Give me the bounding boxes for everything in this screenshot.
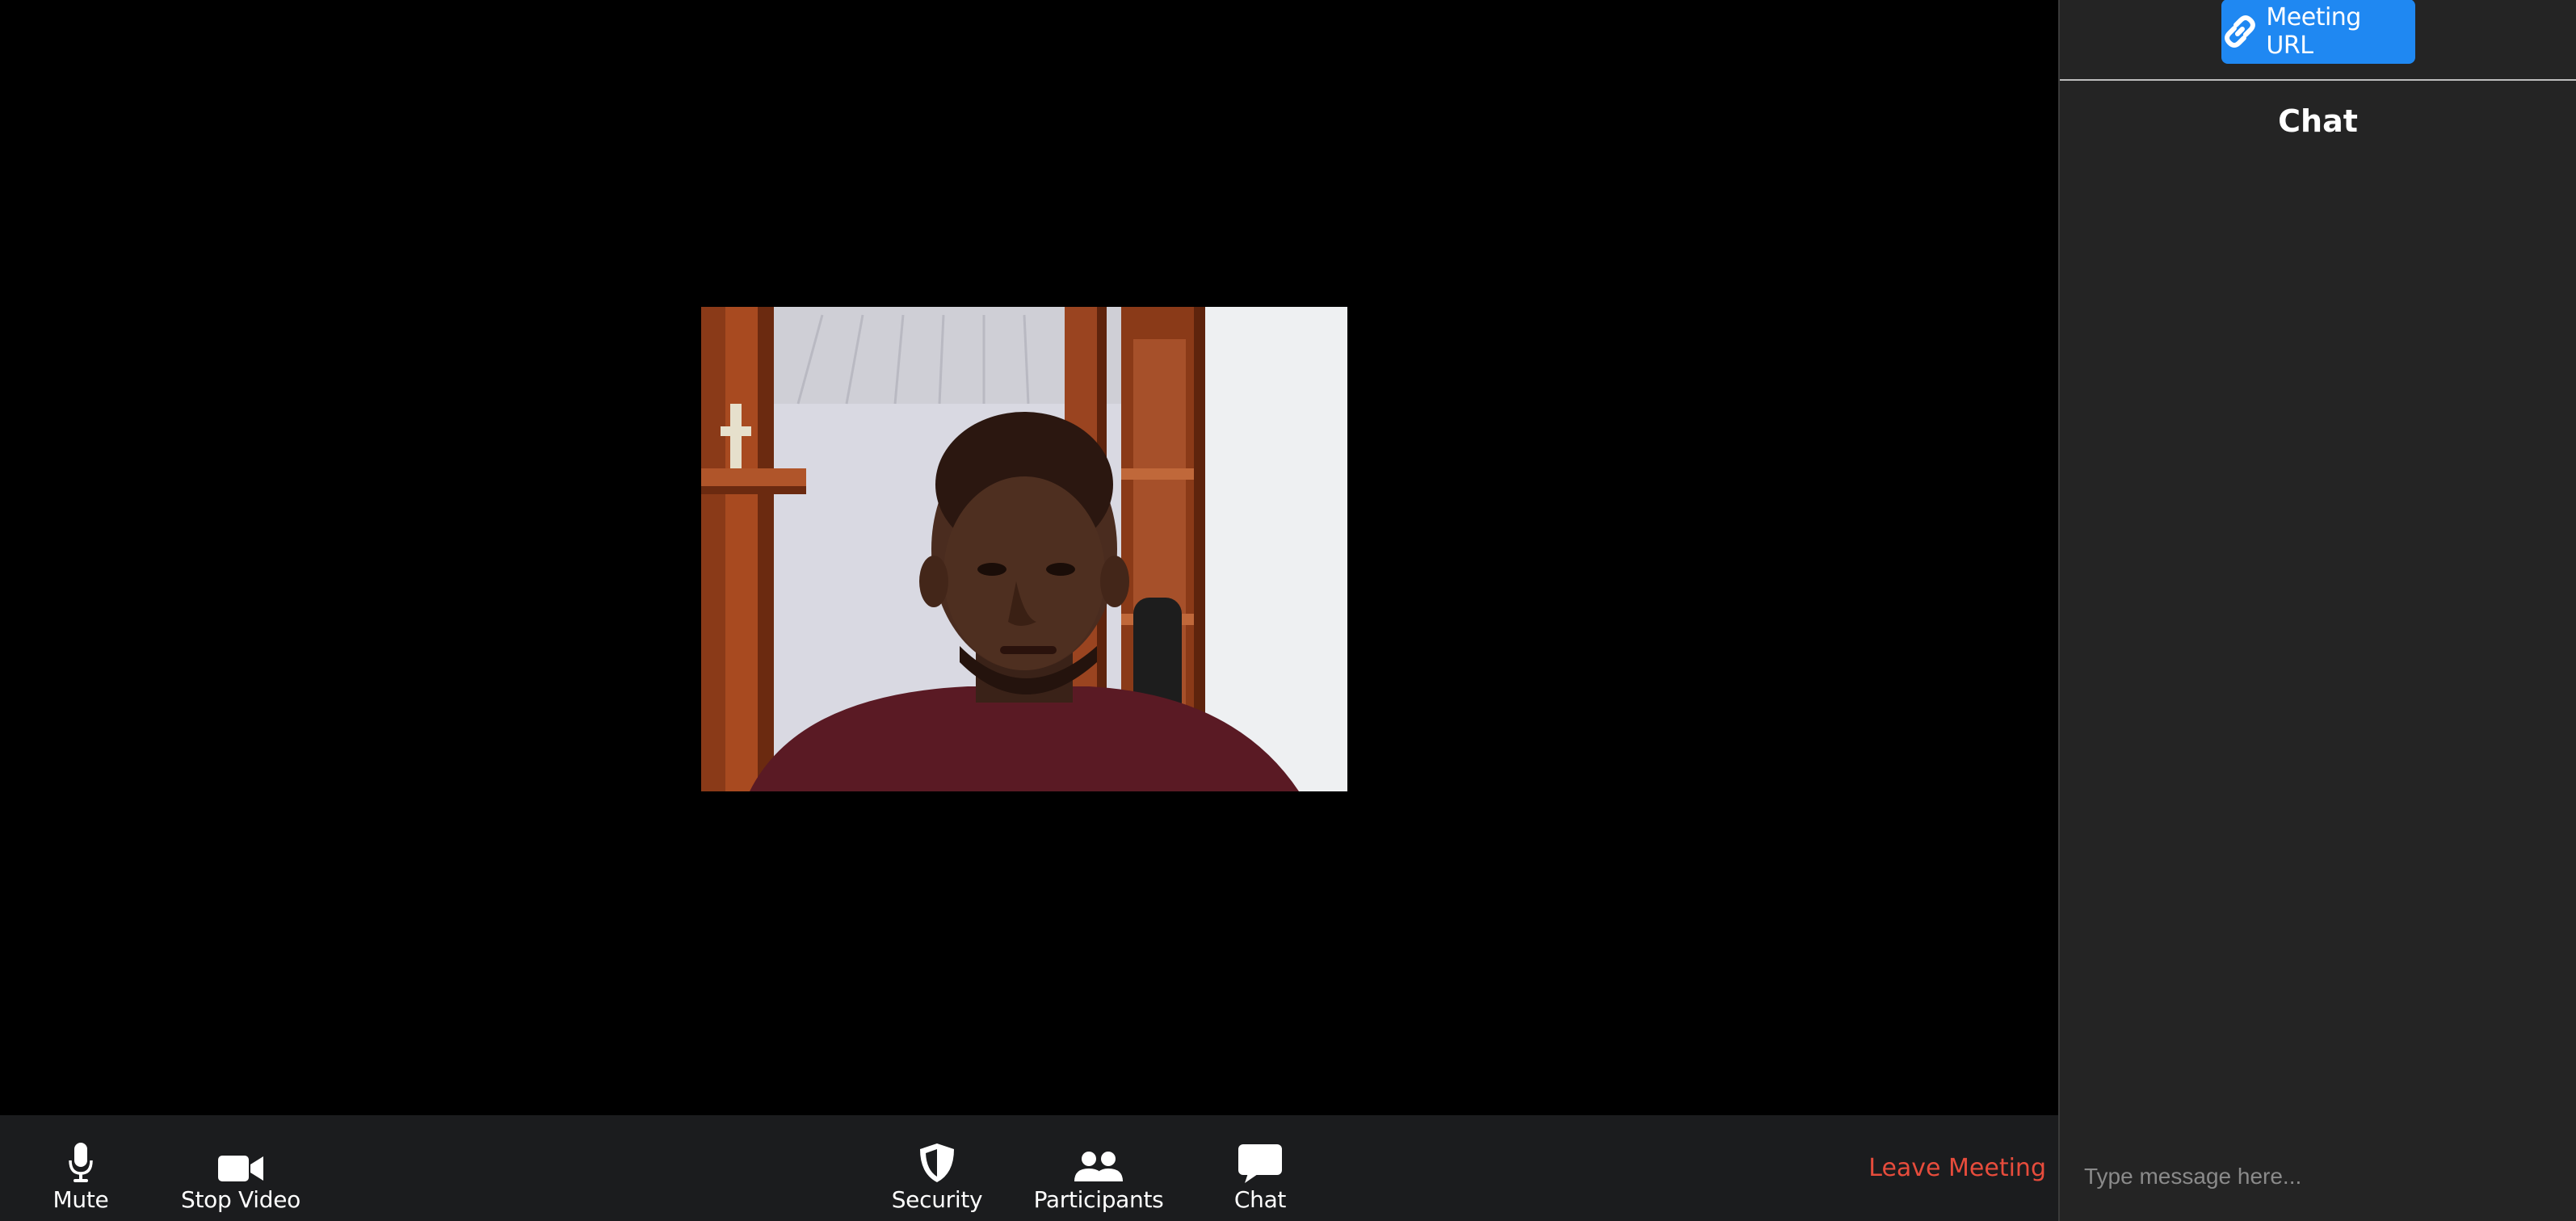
link-icon xyxy=(2224,15,2255,48)
security-label: Security xyxy=(891,1186,983,1213)
chat-panel: Meeting URL Chat xyxy=(2058,0,2576,1221)
stop-video-button[interactable]: Stop Video xyxy=(181,1115,301,1221)
webcam-feed-image xyxy=(701,307,1347,791)
chat-button[interactable]: Chat xyxy=(1220,1115,1301,1221)
chat-bubble-icon xyxy=(1238,1144,1282,1183)
chat-title: Chat xyxy=(2278,103,2358,139)
meeting-toolbar: Mute Stop Video Security Participants Ch… xyxy=(0,1115,2058,1221)
mute-label: Mute xyxy=(53,1186,109,1213)
users-icon xyxy=(1074,1152,1123,1181)
microphone-icon xyxy=(69,1143,93,1182)
chat-label: Chat xyxy=(1233,1186,1287,1213)
meeting-url-button[interactable]: Meeting URL xyxy=(2221,0,2415,64)
chat-message-input[interactable] xyxy=(2084,1156,2560,1197)
mute-button[interactable]: Mute xyxy=(48,1115,113,1221)
meeting-url-label: Meeting URL xyxy=(2266,3,2361,60)
video-stage xyxy=(0,0,2058,1115)
chat-messages-area xyxy=(2060,153,2576,1140)
security-button[interactable]: Security xyxy=(891,1115,983,1221)
participants-label: Participants xyxy=(1033,1186,1164,1213)
shield-icon xyxy=(920,1143,954,1182)
leave-meeting-button[interactable]: Leave Meeting xyxy=(1868,1115,2046,1221)
panel-header: Meeting URL xyxy=(2060,0,2576,81)
webcam-video-tile xyxy=(701,307,1347,791)
participants-button[interactable]: Participants xyxy=(1033,1115,1164,1221)
video-camera-icon xyxy=(218,1156,263,1181)
stop-video-label: Stop Video xyxy=(181,1186,301,1213)
